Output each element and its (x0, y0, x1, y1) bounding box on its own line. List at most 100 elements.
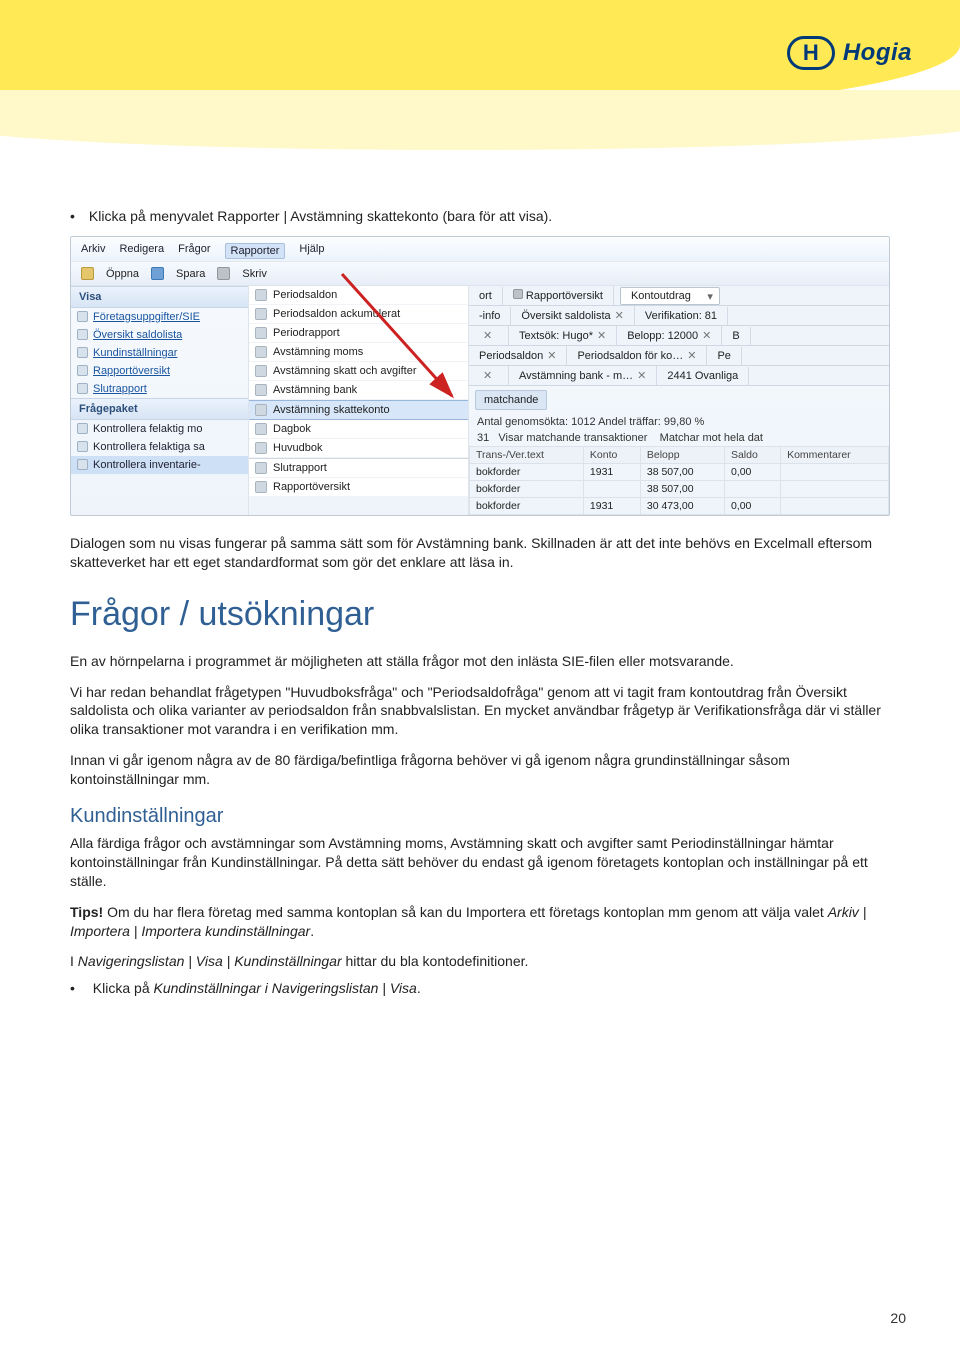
close-icon[interactable]: ✕ (615, 310, 624, 322)
doc-icon (255, 346, 267, 358)
menu-hjalp[interactable]: Hjälp (299, 243, 324, 259)
nav-slutrapport[interactable]: Slutrapport (71, 380, 248, 398)
visa-section-title: Visa (71, 286, 248, 308)
dropdown-dagbok[interactable]: Dagbok (249, 420, 468, 439)
dropdown-huvudbok[interactable]: Huvudbok (249, 439, 468, 458)
fragepaket-section-title: Frågepaket (71, 398, 248, 420)
th-belopp[interactable]: Belopp (640, 447, 724, 464)
open-button[interactable]: Öppna (106, 268, 139, 280)
doc-icon (255, 481, 267, 493)
menu-redigera[interactable]: Redigera (119, 243, 164, 259)
logo-text: Hogia (843, 39, 912, 67)
doc-icon (255, 404, 267, 416)
menu-arkiv[interactable]: Arkiv (81, 243, 105, 259)
fragepaket-item-1[interactable]: Kontrollera felaktig mo (71, 420, 248, 438)
tab-rapportoversikt[interactable]: Rapportöversikt (503, 286, 614, 305)
doc-icon (77, 459, 88, 470)
doc-icon (255, 384, 267, 396)
tab-avstamning-bank[interactable]: Avstämning bank - m…✕ (509, 366, 657, 385)
tab-textsok[interactable]: Textsök: Hugo*✕ (509, 326, 617, 345)
print-button[interactable]: Skriv (242, 268, 266, 280)
tab-b[interactable]: B (722, 327, 750, 345)
kontoutdrag-dropdown[interactable]: Kontoutdrag (620, 287, 720, 305)
nav-rapportoversikt[interactable]: Rapportöversikt (71, 362, 248, 380)
tab-info[interactable]: -info (469, 307, 511, 325)
app-screenshot: Arkiv Redigera Frågor Rapporter Hjälp Öp… (70, 236, 890, 516)
matchande-chip[interactable]: matchande (475, 390, 547, 410)
stats-line-2: 31 Visar matchande transaktioner Matchar… (469, 430, 889, 446)
close-icon[interactable]: ✕ (483, 370, 492, 382)
nav-foretagsuppgifter[interactable]: Företagsuppgifter/SIE (71, 308, 248, 326)
fragepaket-item-2[interactable]: Kontrollera felaktiga sa (71, 438, 248, 456)
doc-icon (255, 423, 267, 435)
header-band (0, 0, 960, 160)
paragraph-fragor-2: Vi har redan behandlat frågetypen "Huvud… (70, 683, 890, 740)
dropdown-rapportoversikt[interactable]: Rapportöversikt (249, 478, 468, 497)
dropdown-avstamning-skatt[interactable]: Avstämning skatt och avgifter (249, 362, 468, 381)
save-button[interactable]: Spara (176, 268, 205, 280)
transactions-table: Trans-/Ver.text Konto Belopp Saldo Komme… (469, 446, 889, 515)
doc-icon (513, 289, 523, 299)
nav-oversikt-saldolista[interactable]: Översikt saldolista (71, 326, 248, 344)
close-icon[interactable]: ✕ (637, 370, 646, 382)
stats-line-1: Antal genomsökta: 1012 Andel träffar: 99… (469, 414, 889, 430)
nav-kundinstallningar[interactable]: Kundinställningar (71, 344, 248, 362)
doc-icon (77, 365, 88, 376)
dropdown-slutrapport[interactable]: Slutrapport (249, 458, 468, 478)
rapporter-dropdown: Periodsaldon Periodsaldon ackumulerat Pe… (249, 286, 468, 497)
tab-periodsaldon-ko[interactable]: Periodsaldon för ko…✕ (567, 346, 707, 365)
paragraph-fragor-1: En av hörnpelarna i programmet är möjlig… (70, 652, 890, 671)
close-icon[interactable]: ✕ (547, 350, 556, 362)
paragraph-kund-1: Alla färdiga frågor och avstämningar som… (70, 834, 890, 891)
tab-periodsaldon[interactable]: Periodsaldon✕ (469, 346, 567, 365)
doc-icon (255, 308, 267, 320)
tab-pe[interactable]: Pe (707, 347, 741, 365)
dropdown-avstamning-moms[interactable]: Avstämning moms (249, 343, 468, 362)
doc-icon (255, 462, 267, 474)
doc-icon (255, 442, 267, 454)
dropdown-periodsaldon[interactable]: Periodsaldon (249, 286, 468, 305)
dropdown-periodrapport[interactable]: Periodrapport (249, 324, 468, 343)
dropdown-periodsaldon-ack[interactable]: Periodsaldon ackumulerat (249, 305, 468, 324)
tab-ort[interactable]: ort (469, 287, 503, 305)
dropdown-avstamning-bank[interactable]: Avstämning bank (249, 381, 468, 400)
instruction-bullet-2: Klicka på Kundinställningar i Navigering… (70, 979, 890, 998)
close-icon[interactable]: ✕ (597, 330, 606, 342)
tab-verifikation[interactable]: Verifikation: 81 (635, 307, 728, 325)
th-kommentarer[interactable]: Kommentarer (781, 447, 889, 464)
heading-fragor: Frågor / utsökningar (70, 592, 890, 638)
save-icon (151, 267, 164, 280)
menu-fragor[interactable]: Frågor (178, 243, 210, 259)
paragraph-kund-3: I Navigeringslistan | Visa | Kundinställ… (70, 952, 890, 971)
table-row[interactable]: bokforder193138 507,000,00 (470, 464, 889, 481)
paragraph-tips: Tips! Om du har flera företag med samma … (70, 903, 890, 941)
doc-icon (255, 289, 267, 301)
doc-icon (77, 347, 88, 358)
instruction-bullet-1: Klicka på menyvalet Rapporter | Avstämni… (70, 208, 890, 224)
th-saldo[interactable]: Saldo (724, 447, 780, 464)
table-row[interactable]: bokforder193130 473,000,00 (470, 498, 889, 515)
heading-kundinstallningar: Kundinställningar (70, 803, 890, 830)
toolbar: Öppna Spara Skriv (71, 262, 889, 286)
tab-oversikt-saldolista[interactable]: Översikt saldolista✕ (511, 306, 634, 325)
logo: H Hogia (787, 36, 912, 70)
doc-icon (255, 327, 267, 339)
th-trans[interactable]: Trans-/Ver.text (470, 447, 584, 464)
menubar: Arkiv Redigera Frågor Rapporter Hjälp (71, 237, 889, 262)
fragepaket-item-3[interactable]: Kontrollera inventarie- (71, 456, 248, 474)
close-icon[interactable]: ✕ (483, 330, 492, 342)
page-number: 20 (890, 1310, 906, 1326)
table-row[interactable]: bokforder38 507,00 (470, 481, 889, 498)
menu-rapporter[interactable]: Rapporter (225, 243, 286, 259)
dropdown-avstamning-skattekonto[interactable]: Avstämning skattekonto (249, 400, 468, 420)
print-icon (217, 267, 230, 280)
doc-icon (77, 329, 88, 340)
paragraph-fragor-3: Innan vi går igenom några av de 80 färdi… (70, 751, 890, 789)
doc-icon (77, 423, 88, 434)
th-konto[interactable]: Konto (583, 447, 640, 464)
doc-icon (77, 311, 88, 322)
close-icon[interactable]: ✕ (702, 330, 711, 342)
tab-belopp[interactable]: Belopp: 12000✕ (617, 326, 722, 345)
close-icon[interactable]: ✕ (687, 350, 696, 362)
tab-ovanliga[interactable]: 2441 Ovanliga (657, 367, 749, 385)
